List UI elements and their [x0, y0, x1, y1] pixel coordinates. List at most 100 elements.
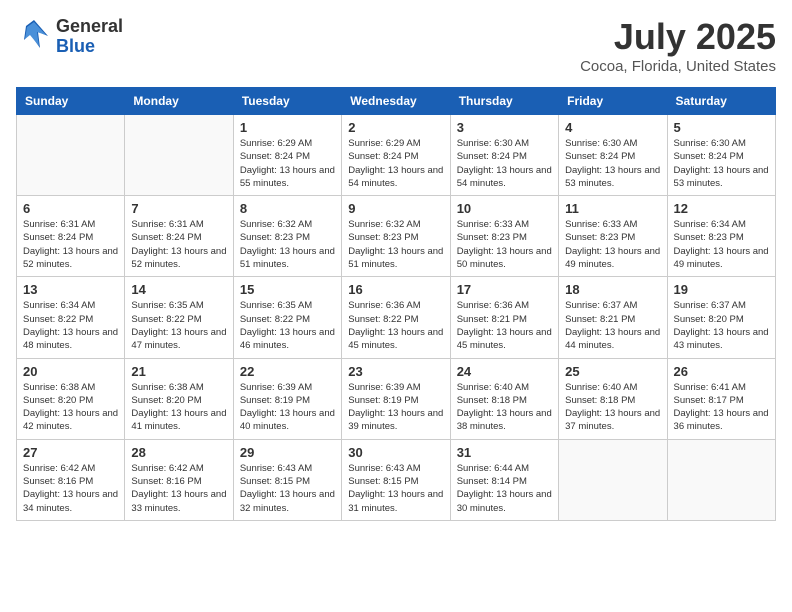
weekday-header-saturday: Saturday [667, 88, 775, 115]
day-number: 13 [23, 282, 118, 297]
calendar-table: SundayMondayTuesdayWednesdayThursdayFrid… [16, 87, 776, 521]
day-number: 29 [240, 445, 335, 460]
calendar-cell: 24 Sunrise: 6:40 AM Sunset: 8:18 PM Dayli… [450, 358, 558, 439]
calendar-cell: 21 Sunrise: 6:38 AM Sunset: 8:20 PM Dayli… [125, 358, 233, 439]
day-info: Sunrise: 6:35 AM Sunset: 8:22 PM Dayligh… [240, 299, 335, 352]
day-info: Sunrise: 6:37 AM Sunset: 8:21 PM Dayligh… [565, 299, 660, 352]
day-number: 12 [674, 201, 769, 216]
weekday-header-monday: Monday [125, 88, 233, 115]
calendar-cell: 2Sunrise: 6:29 AM Sunset: 8:24 PM Daylig… [342, 115, 450, 196]
day-number: 9 [348, 201, 443, 216]
calendar-cell: 30 Sunrise: 6:43 AM Sunset: 8:15 PM Dayli… [342, 439, 450, 520]
day-number: 3 [457, 120, 552, 135]
calendar-cell: 9 Sunrise: 6:32 AM Sunset: 8:23 PM Daylig… [342, 196, 450, 277]
day-info: Sunrise: 6:43 AM Sunset: 8:15 PM Dayligh… [348, 462, 443, 515]
day-number: 7 [131, 201, 226, 216]
day-info: Sunrise: 6:32 AM Sunset: 8:23 PM Dayligh… [348, 218, 443, 271]
day-number: 10 [457, 201, 552, 216]
day-number: 14 [131, 282, 226, 297]
day-number: 15 [240, 282, 335, 297]
day-number: 24 [457, 364, 552, 379]
day-number: 8 [240, 201, 335, 216]
week-row-5: 27 Sunrise: 6:42 AM Sunset: 8:16 PM Dayli… [17, 439, 776, 520]
calendar-cell: 16 Sunrise: 6:36 AM Sunset: 8:22 PM Dayli… [342, 277, 450, 358]
day-number: 17 [457, 282, 552, 297]
week-row-3: 13 Sunrise: 6:34 AM Sunset: 8:22 PM Dayli… [17, 277, 776, 358]
day-info: Sunrise: 6:44 AM Sunset: 8:14 PM Dayligh… [457, 462, 552, 515]
calendar-cell: 7 Sunrise: 6:31 AM Sunset: 8:24 PM Daylig… [125, 196, 233, 277]
day-info: Sunrise: 6:39 AM Sunset: 8:19 PM Dayligh… [348, 381, 443, 434]
calendar-cell: 12Sunrise: 6:34 AM Sunset: 8:23 PM Dayli… [667, 196, 775, 277]
calendar-cell: 22Sunrise: 6:39 AM Sunset: 8:19 PM Dayli… [233, 358, 341, 439]
day-info: Sunrise: 6:30 AM Sunset: 8:24 PM Dayligh… [565, 137, 660, 190]
logo-blue: Blue [56, 36, 95, 56]
calendar-cell: 20Sunrise: 6:38 AM Sunset: 8:20 PM Dayli… [17, 358, 125, 439]
title-block: July 2025 Cocoa, Florida, United States [580, 16, 776, 75]
week-row-4: 20Sunrise: 6:38 AM Sunset: 8:20 PM Dayli… [17, 358, 776, 439]
calendar-cell: 4Sunrise: 6:30 AM Sunset: 8:24 PM Daylig… [559, 115, 667, 196]
day-info: Sunrise: 6:40 AM Sunset: 8:18 PM Dayligh… [457, 381, 552, 434]
day-info: Sunrise: 6:34 AM Sunset: 8:22 PM Dayligh… [23, 299, 118, 352]
calendar-cell: 31 Sunrise: 6:44 AM Sunset: 8:14 PM Dayli… [450, 439, 558, 520]
calendar-cell [17, 115, 125, 196]
day-number: 16 [348, 282, 443, 297]
day-number: 18 [565, 282, 660, 297]
calendar-cell: 6Sunrise: 6:31 AM Sunset: 8:24 PM Daylig… [17, 196, 125, 277]
calendar-cell: 11 Sunrise: 6:33 AM Sunset: 8:23 PM Dayli… [559, 196, 667, 277]
calendar-cell [667, 439, 775, 520]
week-row-2: 6Sunrise: 6:31 AM Sunset: 8:24 PM Daylig… [17, 196, 776, 277]
calendar-cell [559, 439, 667, 520]
day-info: Sunrise: 6:33 AM Sunset: 8:23 PM Dayligh… [565, 218, 660, 271]
day-number: 23 [348, 364, 443, 379]
calendar-cell: 8 Sunrise: 6:32 AM Sunset: 8:23 PM Daylig… [233, 196, 341, 277]
day-number: 31 [457, 445, 552, 460]
calendar-cell: 17 Sunrise: 6:36 AM Sunset: 8:21 PM Dayli… [450, 277, 558, 358]
day-info: Sunrise: 6:40 AM Sunset: 8:18 PM Dayligh… [565, 381, 660, 434]
day-number: 2 [348, 120, 443, 135]
month-title: July 2025 [580, 16, 776, 58]
day-number: 11 [565, 201, 660, 216]
day-info: Sunrise: 6:38 AM Sunset: 8:20 PM Dayligh… [23, 381, 118, 434]
day-info: Sunrise: 6:42 AM Sunset: 8:16 PM Dayligh… [23, 462, 118, 515]
day-info: Sunrise: 6:31 AM Sunset: 8:24 PM Dayligh… [131, 218, 226, 271]
weekday-header-thursday: Thursday [450, 88, 558, 115]
calendar-cell: 19 Sunrise: 6:37 AM Sunset: 8:20 PM Dayli… [667, 277, 775, 358]
day-info: Sunrise: 6:29 AM Sunset: 8:24 PM Dayligh… [240, 137, 335, 190]
week-row-1: 1Sunrise: 6:29 AM Sunset: 8:24 PM Daylig… [17, 115, 776, 196]
calendar-cell: 1Sunrise: 6:29 AM Sunset: 8:24 PM Daylig… [233, 115, 341, 196]
day-number: 28 [131, 445, 226, 460]
day-number: 27 [23, 445, 118, 460]
calendar-cell: 5Sunrise: 6:30 AM Sunset: 8:24 PM Daylig… [667, 115, 775, 196]
weekday-header-row: SundayMondayTuesdayWednesdayThursdayFrid… [17, 88, 776, 115]
day-info: Sunrise: 6:37 AM Sunset: 8:20 PM Dayligh… [674, 299, 769, 352]
calendar-cell: 28 Sunrise: 6:42 AM Sunset: 8:16 PM Dayli… [125, 439, 233, 520]
day-number: 30 [348, 445, 443, 460]
calendar-cell: 15 Sunrise: 6:35 AM Sunset: 8:22 PM Dayli… [233, 277, 341, 358]
day-info: Sunrise: 6:36 AM Sunset: 8:21 PM Dayligh… [457, 299, 552, 352]
day-number: 5 [674, 120, 769, 135]
weekday-header-tuesday: Tuesday [233, 88, 341, 115]
day-number: 19 [674, 282, 769, 297]
calendar-cell: 27 Sunrise: 6:42 AM Sunset: 8:16 PM Dayli… [17, 439, 125, 520]
day-number: 25 [565, 364, 660, 379]
day-info: Sunrise: 6:38 AM Sunset: 8:20 PM Dayligh… [131, 381, 226, 434]
calendar-cell: 10Sunrise: 6:33 AM Sunset: 8:23 PM Dayli… [450, 196, 558, 277]
day-info: Sunrise: 6:42 AM Sunset: 8:16 PM Dayligh… [131, 462, 226, 515]
calendar-cell: 3 Sunrise: 6:30 AM Sunset: 8:24 PM Daylig… [450, 115, 558, 196]
calendar-cell: 26 Sunrise: 6:41 AM Sunset: 8:17 PM Dayli… [667, 358, 775, 439]
weekday-header-sunday: Sunday [17, 88, 125, 115]
day-number: 26 [674, 364, 769, 379]
logo-bird-icon [16, 16, 52, 58]
day-info: Sunrise: 6:43 AM Sunset: 8:15 PM Dayligh… [240, 462, 335, 515]
day-info: Sunrise: 6:41 AM Sunset: 8:17 PM Dayligh… [674, 381, 769, 434]
day-info: Sunrise: 6:30 AM Sunset: 8:24 PM Dayligh… [457, 137, 552, 190]
weekday-header-friday: Friday [559, 88, 667, 115]
calendar-cell: 23 Sunrise: 6:39 AM Sunset: 8:19 PM Dayli… [342, 358, 450, 439]
calendar-cell [125, 115, 233, 196]
day-info: Sunrise: 6:35 AM Sunset: 8:22 PM Dayligh… [131, 299, 226, 352]
day-number: 21 [131, 364, 226, 379]
day-info: Sunrise: 6:32 AM Sunset: 8:23 PM Dayligh… [240, 218, 335, 271]
day-info: Sunrise: 6:31 AM Sunset: 8:24 PM Dayligh… [23, 218, 118, 271]
day-info: Sunrise: 6:36 AM Sunset: 8:22 PM Dayligh… [348, 299, 443, 352]
day-info: Sunrise: 6:39 AM Sunset: 8:19 PM Dayligh… [240, 381, 335, 434]
